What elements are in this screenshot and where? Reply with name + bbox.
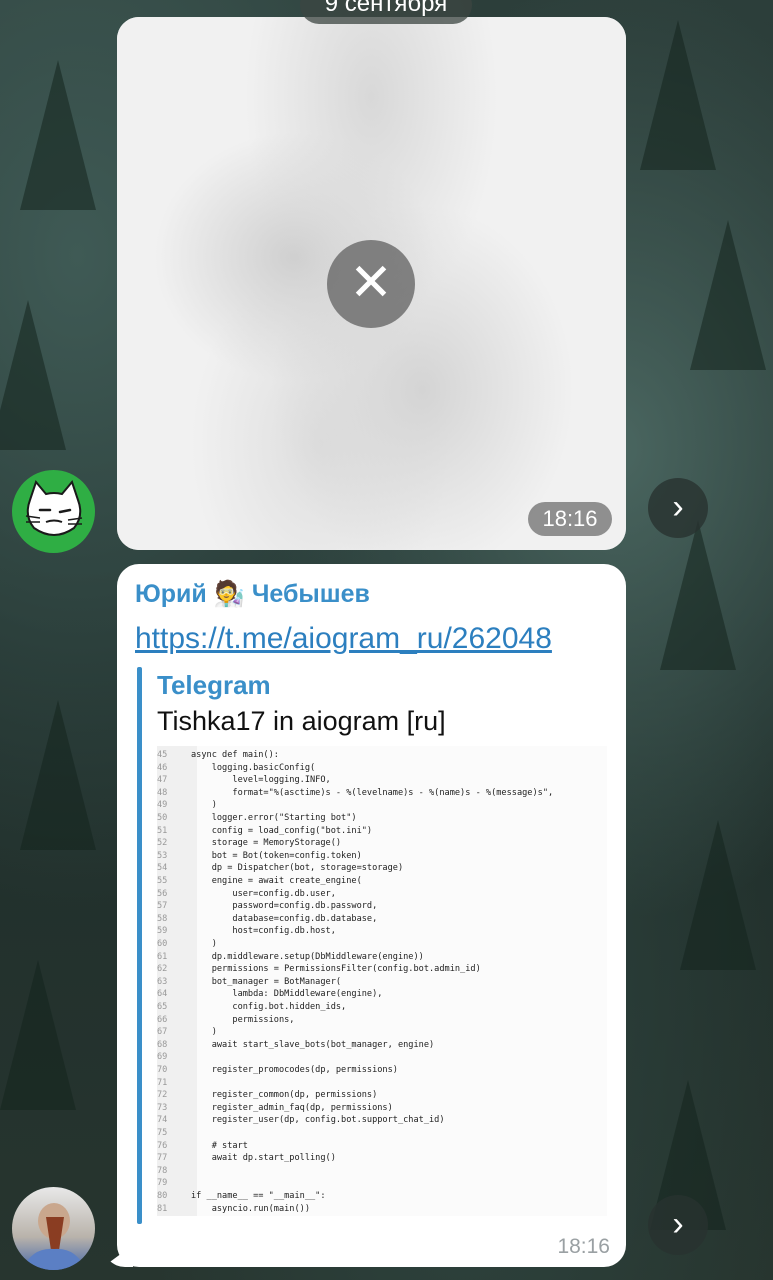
code-line: 59 host=config.db.host,: [157, 926, 336, 937]
code-line: 58 database=config.db.database,: [157, 913, 378, 924]
avatar[interactable]: [12, 470, 95, 553]
code-line: 50 logger.error("Starting bot"): [157, 813, 357, 823]
code-line: 47 level=logging.INFO,: [157, 775, 331, 786]
date-separator: 9 сентября: [300, 0, 472, 24]
code-line: 80 if __name__ == "__main__":: [157, 1191, 326, 1201]
code-line: 61 dp.middleware.setup(DbMiddleware(engi…: [157, 951, 424, 962]
message-link[interactable]: https://t.me/aiogram_ru/262048: [135, 622, 552, 656]
message-time: 18:16: [528, 502, 612, 536]
code-line: 65 config.bot.hidden_ids,: [157, 1002, 347, 1012]
user-photo-icon: [22, 1203, 86, 1270]
preview-image[interactable]: 45 async def main(): 46 logging.basicConfi…: [157, 746, 607, 1216]
code-line: 46 logging.basicConfig(: [157, 762, 316, 773]
code-line: 71: [157, 1077, 168, 1088]
preview-accent-bar: [137, 667, 142, 1224]
code-line: 54 dp = Dispatcher(bot, storage=storage): [157, 863, 404, 874]
code-line: 53 bot = Bot(token=config.token): [157, 850, 362, 861]
code-line: 63 bot_manager = BotManager(: [157, 976, 342, 987]
code-line: 68 await start_slave_bots(bot_manager, e…: [157, 1039, 435, 1050]
sender-name[interactable]: Юрий 🧑‍🔬 Чебышев: [135, 580, 370, 609]
code-line: 73 register_admin_faq(dp, permissions): [157, 1102, 393, 1113]
preview-site-name: Telegram: [157, 670, 271, 700]
cat-face-icon: [25, 479, 83, 536]
code-line: 81 asyncio.run(main()): [157, 1203, 310, 1214]
code-line: 60 ): [157, 939, 217, 949]
share-button[interactable]: ›: [648, 478, 708, 538]
photo-message[interactable]: ✕ 18:16: [117, 17, 626, 550]
code-line: 49 ): [157, 800, 217, 811]
code-line: 55 engine = await create_engine(: [157, 876, 362, 886]
code-line: 48 format="%(asctime)s - %(levelname)s -…: [157, 787, 554, 798]
code-line: 62 permissions = PermissionsFilter(confi…: [157, 964, 481, 975]
cancel-download-icon[interactable]: ✕: [327, 240, 415, 328]
code-line: 77 await dp.start_polling(): [157, 1153, 336, 1164]
code-line: 72 register_common(dp, permissions): [157, 1090, 378, 1101]
code-line: 75: [157, 1128, 168, 1138]
link-message[interactable]: Юрий 🧑‍🔬 Чебышев https://t.me/aiogram_ru…: [117, 564, 626, 1267]
avatar[interactable]: [12, 1187, 95, 1270]
code-line: 64 lambda: DbMiddleware(engine),: [157, 989, 383, 1000]
code-line: 76 # start: [157, 1140, 248, 1151]
code-line: 78: [157, 1165, 168, 1176]
code-line: 70 register_promocodes(dp, permissions): [157, 1065, 398, 1075]
share-button[interactable]: ›: [648, 1195, 708, 1255]
code-line: 56 user=config.db.user,: [157, 888, 336, 899]
preview-title: Tishka17 in aiogram [ru]: [157, 706, 446, 736]
code-line: 74 register_user(dp, config.bot.support_…: [157, 1115, 445, 1126]
code-line: 79: [157, 1178, 168, 1189]
scientist-emoji-icon: 🧑‍🔬: [213, 580, 245, 608]
code-line: 45 async def main():: [157, 750, 279, 760]
code-line: 67 ): [157, 1027, 217, 1038]
code-line: 57 password=config.db.password,: [157, 901, 378, 912]
code-line: 69: [157, 1052, 168, 1063]
code-line: 66 permissions,: [157, 1014, 295, 1025]
message-time: 18:16: [557, 1235, 610, 1258]
code-line: 52 storage = MemoryStorage(): [157, 838, 342, 849]
code-line: 51 config = load_config("bot.ini"): [157, 825, 373, 836]
